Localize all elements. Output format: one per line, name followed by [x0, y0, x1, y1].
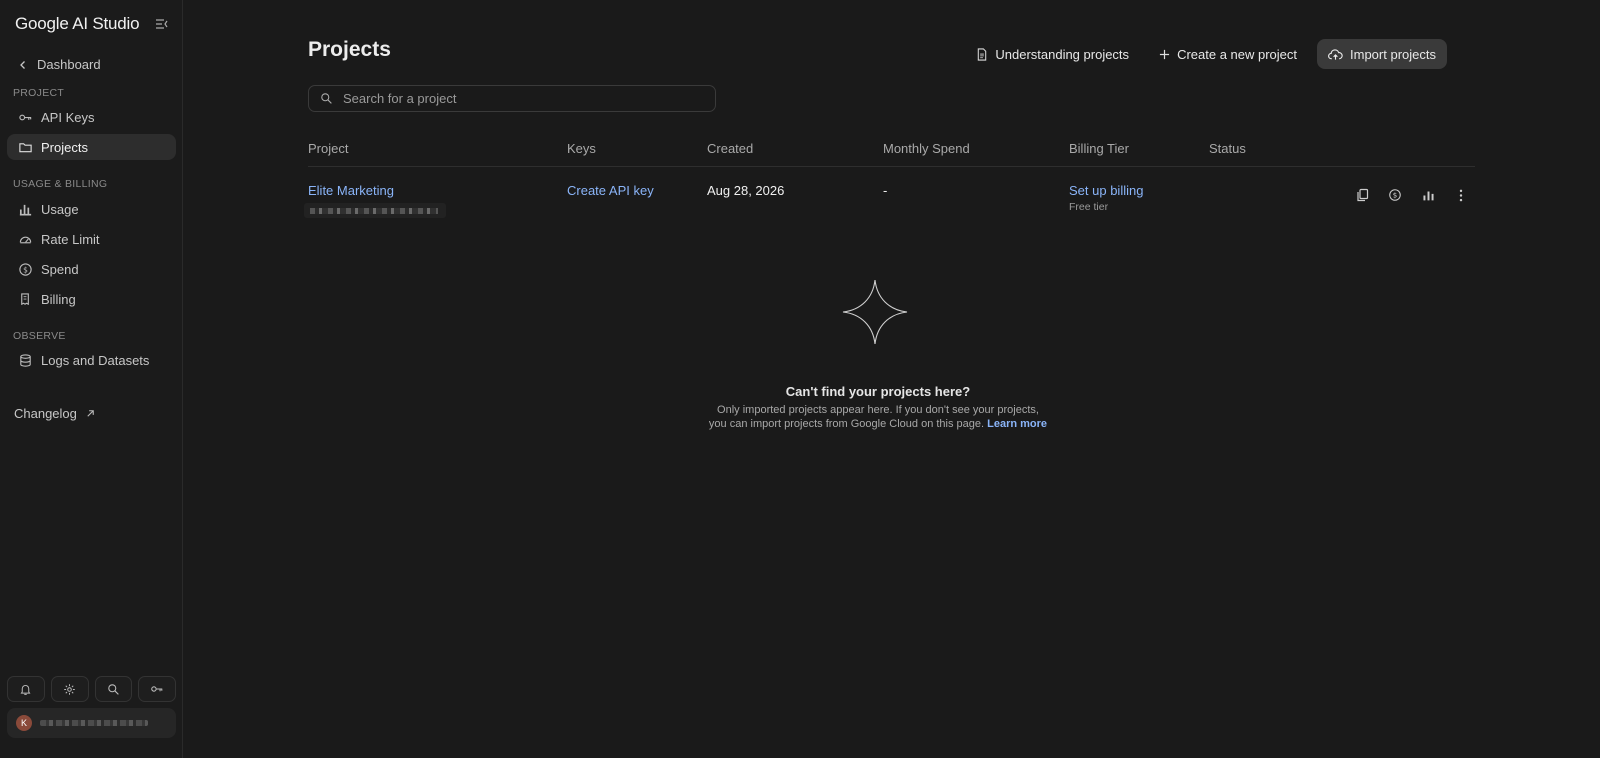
search-icon [321, 93, 332, 104]
notifications-button[interactable] [7, 676, 45, 702]
section-label-observe: OBSERVE [13, 330, 66, 342]
gauge-icon [19, 236, 32, 243]
sidebar-item-spend[interactable]: $ Spend [7, 256, 176, 282]
empty-state-title: Can't find your projects here? [785, 384, 971, 399]
column-header-keys: Keys [567, 141, 596, 156]
column-header-status: Status [1209, 141, 1246, 156]
sidebar-toolbar [7, 676, 176, 702]
sidebar-item-label: Usage [41, 201, 79, 217]
key-icon [151, 686, 163, 692]
bell-icon [20, 684, 31, 695]
project-id-redacted [304, 203, 446, 218]
sparkle-icon [842, 279, 908, 345]
search-icon [108, 683, 119, 695]
sidebar: Google AI Studio Dashboard PROJECT API K… [0, 0, 183, 758]
header-actions: Understanding projects Create a new proj… [966, 39, 1447, 69]
section-label-usage-billing: USAGE & BILLING [13, 178, 108, 190]
sidebar-item-label: Logs and Datasets [41, 352, 150, 368]
svg-text:$: $ [23, 265, 28, 274]
bar-chart-icon [1422, 190, 1434, 200]
empty-state-description: Only imported projects appear here. If y… [663, 403, 1093, 431]
copy-icon [1356, 188, 1368, 202]
sidebar-item-usage[interactable]: Usage [7, 196, 176, 222]
usage-button[interactable] [1420, 187, 1436, 203]
column-header-monthly-spend: Monthly Spend [883, 141, 970, 156]
cloud-upload-icon [1328, 48, 1343, 60]
column-header-created: Created [707, 141, 754, 156]
more-vert-icon [1459, 189, 1463, 201]
settings-button[interactable] [50, 676, 89, 702]
empty-state-line-2: you can import projects from Google Clou… [708, 418, 985, 430]
folder-icon [19, 142, 32, 152]
more-options-button[interactable] [1453, 187, 1469, 203]
project-name-link[interactable]: Elite Marketing [308, 183, 394, 198]
section-label-project: PROJECT [13, 87, 65, 99]
account-email-redacted [40, 720, 148, 726]
empty-state-line-1: Only imported projects appear here. If y… [717, 404, 1039, 416]
key-icon [19, 114, 32, 120]
gear-icon [64, 683, 75, 695]
database-icon [20, 353, 31, 367]
sidebar-item-rate-limit[interactable]: Rate Limit [7, 226, 176, 252]
create-project-label: Create a new project [1177, 46, 1298, 62]
dashboard-label: Dashboard [37, 57, 101, 72]
sidebar-item-label: Rate Limit [41, 231, 100, 247]
created-date: Aug 28, 2026 [707, 183, 785, 198]
sidebar-item-api-keys[interactable]: API Keys [7, 104, 176, 130]
main-content: Projects Understanding projects Create a… [183, 0, 1600, 758]
row-actions: $ [1354, 187, 1469, 203]
sidebar-item-label: API Keys [41, 109, 95, 125]
page-title: Projects [308, 38, 391, 61]
understanding-projects-label: Understanding projects [995, 46, 1130, 62]
monthly-spend-value: - [883, 183, 888, 198]
create-project-button[interactable]: Create a new project [1149, 39, 1307, 69]
understanding-projects-button[interactable]: Understanding projects [966, 39, 1139, 69]
app-logo: Google AI Studio [15, 14, 140, 33]
column-header-billing-tier: Billing Tier [1069, 141, 1129, 156]
avatar: K [16, 715, 32, 731]
account-switcher[interactable]: K [7, 708, 176, 738]
api-key-button[interactable] [138, 676, 176, 702]
learn-more-link[interactable]: Learn more [987, 418, 1047, 430]
sidebar-item-projects[interactable]: Projects [7, 134, 176, 160]
sidebar-item-label: Spend [41, 261, 79, 277]
sidebar-item-label: Projects [41, 139, 88, 155]
create-api-key-link[interactable]: Create API key [567, 183, 654, 198]
bar-chart-icon [19, 204, 32, 215]
external-link-icon [87, 410, 94, 417]
table-header: Project Keys Created Monthly Spend Billi… [308, 132, 1475, 167]
spend-button[interactable]: $ [1387, 187, 1403, 203]
import-projects-button[interactable]: Import projects [1317, 39, 1447, 69]
search-input[interactable] [343, 91, 703, 106]
receipt-icon [21, 292, 29, 305]
import-projects-label: Import projects [1350, 46, 1436, 62]
dollar-icon: $ [1389, 189, 1401, 201]
dashboard-back-link[interactable]: Dashboard [18, 57, 101, 72]
billing-tier-value: Free tier [1069, 201, 1109, 213]
document-icon [978, 47, 987, 61]
sidebar-item-billing[interactable]: Billing [7, 286, 176, 312]
sidebar-item-logs[interactable]: Logs and Datasets [7, 347, 176, 373]
collapse-sidebar-icon[interactable] [154, 16, 170, 32]
column-header-project: Project [308, 141, 349, 156]
search-button[interactable] [94, 676, 133, 702]
set-up-billing-link[interactable]: Set up billing [1069, 183, 1143, 198]
plus-icon [1159, 49, 1170, 59]
svg-text:$: $ [1393, 192, 1397, 200]
changelog-label: Changelog [14, 406, 77, 421]
sidebar-item-label: Billing [41, 291, 76, 307]
chevron-left-icon [20, 60, 25, 69]
dollar-icon: $ [19, 262, 32, 276]
changelog-link[interactable]: Changelog [14, 406, 96, 421]
table-row: Elite Marketing Create API key Aug 28, 2… [304, 167, 1475, 225]
copy-button[interactable] [1354, 187, 1370, 203]
projects-table: Project Keys Created Monthly Spend Billi… [304, 132, 1475, 225]
search-box [308, 85, 716, 112]
